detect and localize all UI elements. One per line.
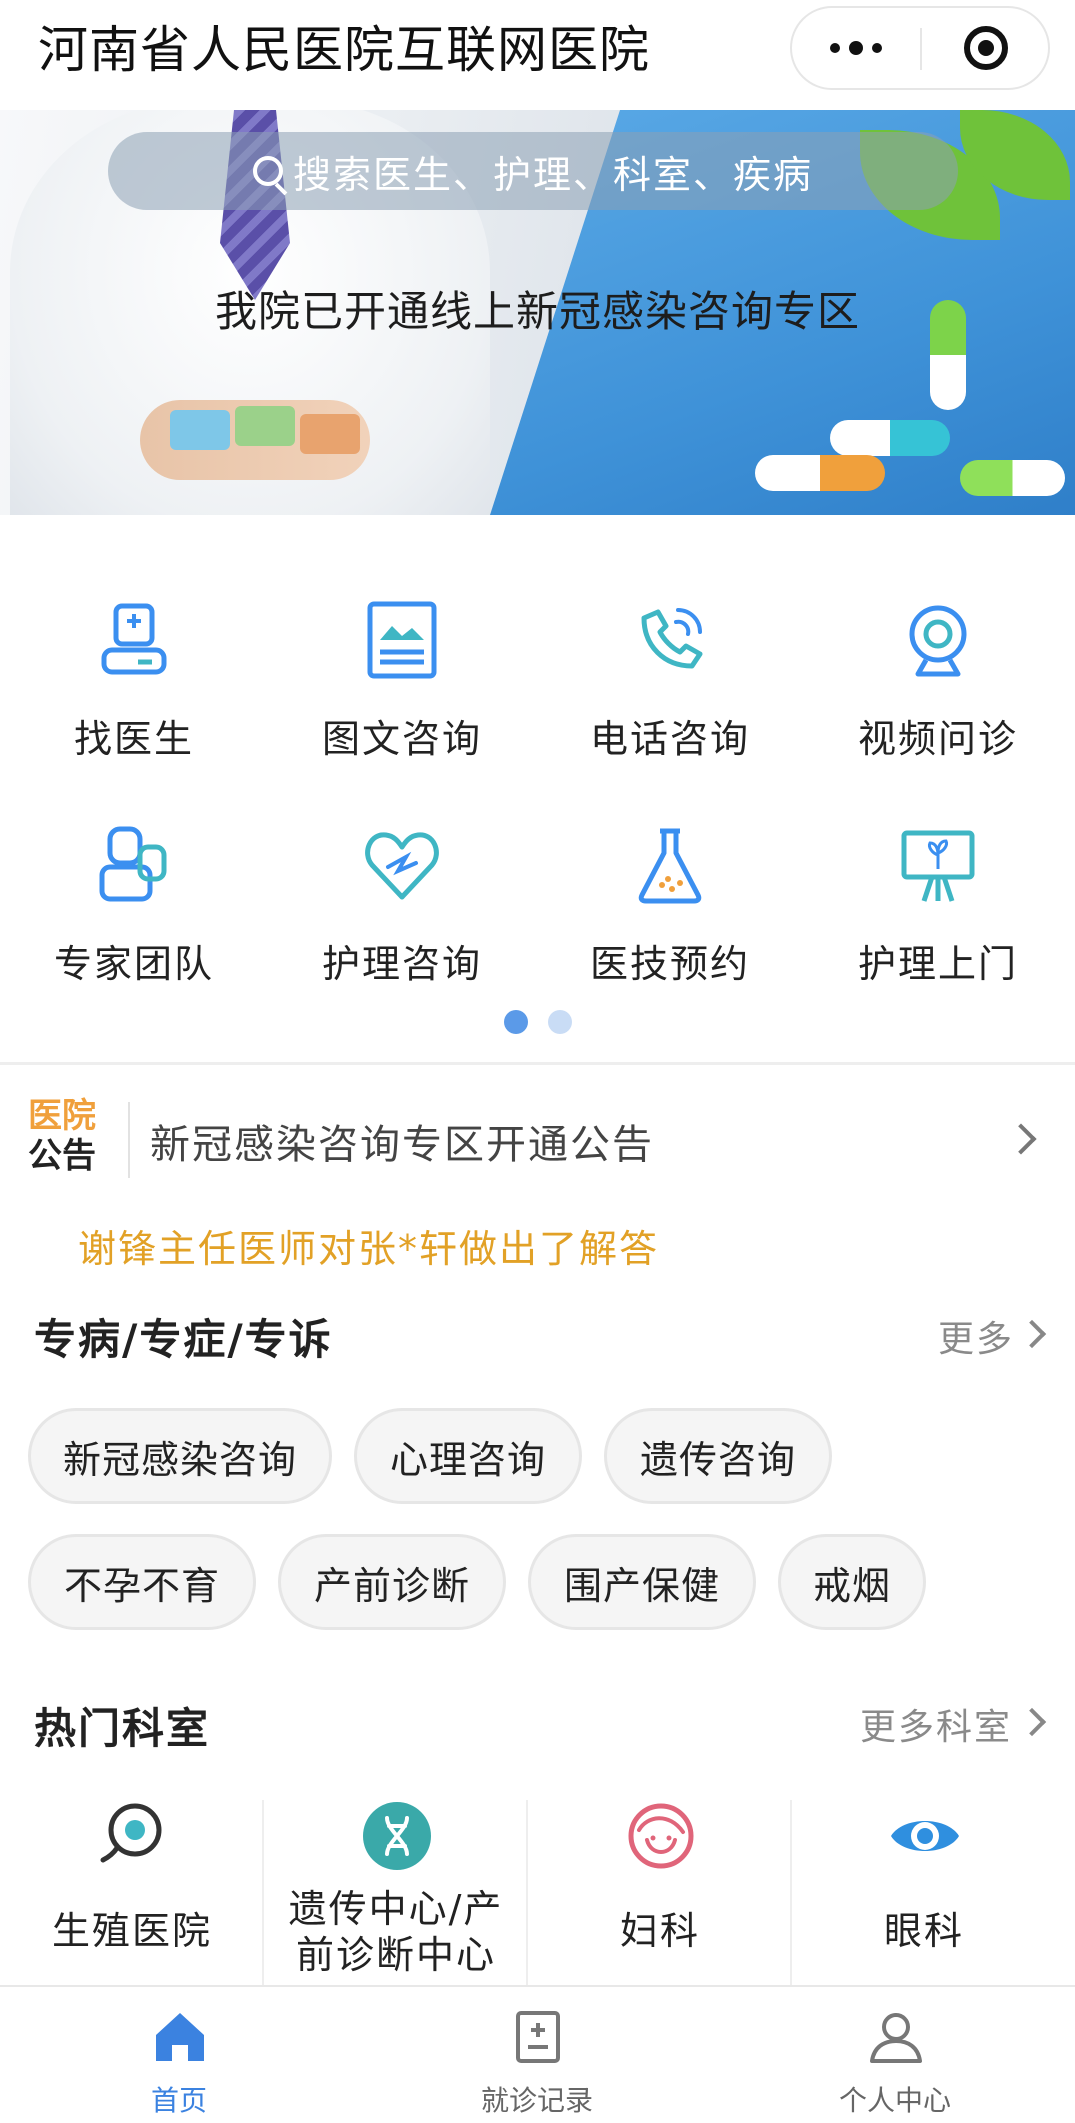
- service-label: 医技预约: [589, 942, 750, 986]
- home-icon: [156, 2013, 204, 2061]
- record-icon: [516, 2011, 560, 2063]
- service-label: 护理上门: [857, 942, 1018, 986]
- pill-pack: [170, 410, 230, 450]
- mini-program-capsule: [790, 6, 1050, 90]
- tab-label: 个人中心: [838, 2084, 951, 2117]
- woman-icon: [628, 1803, 694, 1869]
- heart-icon: [365, 832, 439, 900]
- title-bar: 河南省人民医院互联网医院: [0, 0, 1075, 110]
- chip-psych-consult[interactable]: 心理咨询: [354, 1408, 582, 1504]
- chip-quit-smoking[interactable]: 戒烟: [778, 1534, 926, 1630]
- flask-icon: [638, 828, 702, 904]
- doctor-icon: [101, 603, 167, 675]
- notice-text: 新冠感染咨询专区开通公告: [150, 1122, 654, 1168]
- dot: [872, 43, 882, 53]
- dept-label-line2: 前诊断中心: [295, 1933, 496, 1977]
- chip-covid-consult[interactable]: 新冠感染咨询: [28, 1408, 332, 1504]
- dept-gynecology[interactable]: 妇科: [528, 1800, 792, 1980]
- service-video-consult[interactable]: 视频问诊: [804, 600, 1072, 800]
- service-label: 专家团队: [53, 942, 214, 986]
- dept-label: 妇科: [619, 1909, 700, 1953]
- dept-label: 遗传中心/产 前诊断中心: [264, 1886, 528, 1978]
- dept-label: 眼科: [883, 1909, 964, 1953]
- dot: [849, 41, 863, 55]
- tab-home[interactable]: 首页: [0, 1987, 358, 2123]
- service-image-text-consult[interactable]: 图文咨询: [268, 600, 536, 800]
- dept-genetic-center[interactable]: 遗传中心/产 前诊断中心: [264, 1800, 528, 1980]
- easel-icon: [901, 830, 975, 902]
- user-icon: [870, 2013, 922, 2063]
- service-label: 视频问诊: [857, 717, 1018, 761]
- eye-icon: [891, 1821, 959, 1851]
- departments-section-title: 热门科室: [34, 1704, 211, 1753]
- dept-reproduction[interactable]: 生殖医院: [0, 1800, 264, 1980]
- dept-label: 生殖医院: [51, 1909, 212, 1953]
- departments-more-link[interactable]: 更多科室: [850, 1698, 1060, 1748]
- special-more-link[interactable]: 更多: [930, 1310, 1060, 1360]
- reproduction-icon: [100, 1803, 162, 1863]
- capsule-pill: [960, 460, 1065, 496]
- notice-tag-line1: 医院: [28, 1096, 96, 1136]
- tab-visit-records[interactable]: 就诊记录: [358, 1987, 716, 2123]
- more-menu-button[interactable]: [792, 8, 920, 88]
- page-dot[interactable]: [547, 1010, 572, 1034]
- search-placeholder: 搜索医生、护理、科室、疾病: [292, 152, 813, 197]
- service-label: 图文咨询: [321, 717, 482, 761]
- chip-infertility[interactable]: 不孕不育: [28, 1534, 256, 1630]
- tab-label: 就诊记录: [480, 2084, 593, 2117]
- pill-pack: [300, 414, 360, 454]
- notice-tag-line2: 公告: [28, 1136, 96, 1176]
- service-find-doctor[interactable]: 找医生: [0, 600, 268, 800]
- webcam-icon: [909, 605, 967, 677]
- dna-icon: [363, 1802, 431, 1870]
- search-icon: [252, 156, 283, 186]
- target-icon: [964, 26, 1008, 70]
- chip-genetic-consult[interactable]: 遗传咨询: [604, 1408, 832, 1504]
- team-icon: [99, 826, 167, 902]
- dept-ophthalmology[interactable]: 眼科: [792, 1800, 1056, 1980]
- phone-icon: [641, 608, 703, 669]
- dept-label-line1: 遗传中心/产: [288, 1887, 504, 1931]
- search-bar[interactable]: 搜索医生、护理、科室、疾病: [108, 132, 958, 210]
- service-expert-team[interactable]: 专家团队: [0, 825, 268, 1025]
- notice-divider: [128, 1102, 130, 1178]
- service-nursing-consult[interactable]: 护理咨询: [268, 825, 536, 1025]
- service-label: 找医生: [73, 717, 194, 761]
- capsule-pill: [830, 420, 950, 456]
- chevron-right-icon: [1005, 1123, 1037, 1155]
- banner-headline: 我院已开通线上新冠感染咨询专区: [215, 287, 861, 336]
- capsule-pill: [755, 455, 885, 491]
- image-text-icon: [367, 601, 437, 679]
- chevron-right-icon: [1017, 1707, 1047, 1737]
- special-section-title: 专病/专症/专诉: [34, 1315, 333, 1364]
- close-miniprogram-button[interactable]: [922, 8, 1050, 88]
- page-indicator: [0, 1010, 1075, 1034]
- bottom-tab-bar: 首页 就诊记录 个人中心: [0, 1985, 1075, 2123]
- tab-label: 首页: [150, 2084, 207, 2117]
- section-divider: [0, 1062, 1075, 1065]
- page-title: 河南省人民医院互联网医院: [38, 21, 650, 79]
- service-medtech-booking[interactable]: 医技预约: [536, 825, 804, 1025]
- service-home-nursing[interactable]: 护理上门: [804, 825, 1072, 1025]
- service-label: 护理咨询: [321, 942, 482, 986]
- service-label: 电话咨询: [589, 717, 750, 761]
- more-label: 更多科室: [860, 1707, 1013, 1748]
- hospital-notice[interactable]: 医院 公告 新冠感染咨询专区开通公告: [0, 1090, 1075, 1190]
- more-label: 更多: [938, 1319, 1015, 1360]
- page-dot-active[interactable]: [503, 1010, 528, 1034]
- capsule-pill: [930, 300, 966, 410]
- dot: [830, 43, 840, 53]
- promo-banner[interactable]: 搜索医生、护理、科室、疾病 我院已开通线上新冠感染咨询专区: [0, 110, 1075, 515]
- pill-pack: [235, 406, 295, 446]
- chip-prenatal-diagnosis[interactable]: 产前诊断: [278, 1534, 506, 1630]
- tab-personal-center[interactable]: 个人中心: [716, 1987, 1074, 2123]
- chip-perinatal-care[interactable]: 围产保健: [528, 1534, 756, 1630]
- service-phone-consult[interactable]: 电话咨询: [536, 600, 804, 800]
- reply-ticker[interactable]: 谢锋主任医师对张*轩做出了解答: [78, 1218, 659, 1273]
- chevron-right-icon: [1017, 1319, 1047, 1349]
